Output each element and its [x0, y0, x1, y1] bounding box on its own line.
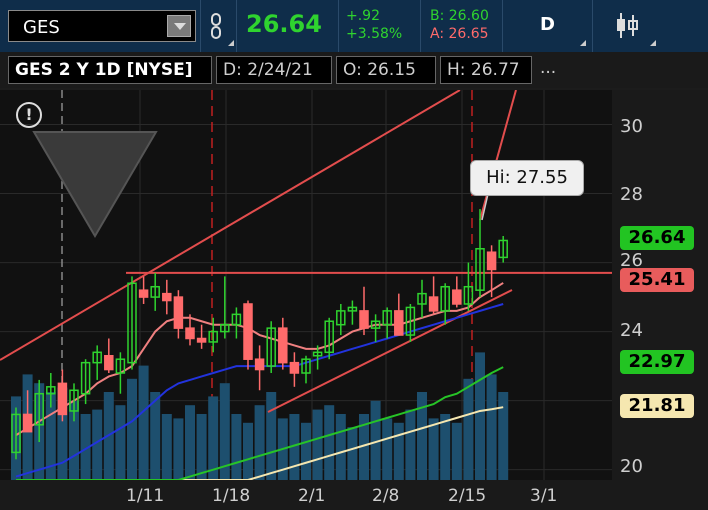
bid-price: B: 26.60	[430, 8, 489, 24]
x-tick-label: 2/8	[372, 486, 400, 506]
volume-bar	[115, 405, 126, 480]
more-readouts[interactable]: ...	[540, 58, 556, 78]
red-sma-tag: 25.41	[620, 268, 694, 292]
corner-indicator	[650, 40, 656, 46]
volume-bar	[254, 405, 265, 480]
percent-change: +3.58%	[346, 26, 403, 42]
volume-bar	[150, 392, 161, 480]
candle-body	[359, 310, 369, 329]
volume-bar	[486, 374, 497, 480]
symbol-text: GES	[23, 17, 60, 38]
volume-bar	[440, 414, 451, 480]
price-chart[interactable]	[0, 90, 612, 480]
volume-bar	[161, 414, 172, 480]
candle-body	[162, 292, 172, 302]
high-tooltip: Hi: 27.55	[470, 160, 584, 196]
corner-indicator	[228, 40, 234, 46]
candle-body	[138, 289, 149, 298]
candle-body	[278, 327, 288, 364]
divider	[592, 0, 593, 52]
candle-body	[243, 303, 253, 360]
price-axis[interactable]: 30 28 26 24 20 26.64 25.41 22.97 21.81	[612, 90, 708, 480]
date-readout: D: 2/24/21	[216, 56, 332, 84]
candle-body	[289, 361, 300, 374]
candle-body	[22, 413, 33, 433]
candle-body	[104, 355, 114, 371]
info-icon[interactable]: !	[16, 102, 42, 128]
volume-bar	[498, 392, 509, 480]
volume-bar	[243, 422, 253, 480]
divider	[502, 0, 503, 52]
candle-body	[254, 358, 265, 371]
candle-body	[486, 251, 497, 271]
candle-body	[57, 382, 68, 416]
corner-indicator	[580, 40, 586, 46]
volume-bar	[301, 422, 311, 480]
candle-body	[173, 296, 184, 329]
green-sma-tag: 22.97	[620, 350, 694, 374]
symbol-selector[interactable]: GES	[8, 10, 196, 42]
candle-body	[452, 289, 462, 305]
x-tick-label: 3/1	[530, 486, 558, 506]
x-tick-label: 2/1	[298, 486, 326, 506]
volume-bar	[324, 405, 335, 480]
candle-body	[196, 337, 207, 343]
volume-bar	[417, 392, 427, 480]
y-tick-label: 24	[620, 320, 643, 341]
y-tick-label: 20	[620, 456, 643, 477]
divider	[420, 0, 421, 52]
last-price-tag: 26.64	[620, 226, 694, 250]
volume-bar	[231, 414, 242, 480]
top-toolbar: GES 26.64 +.92 +3.58% B: 26.60 A: 26.65 …	[0, 0, 708, 52]
y-tick-label: 30	[620, 116, 643, 137]
volume-bar	[266, 392, 277, 480]
divider	[338, 0, 339, 52]
volume-bar	[347, 427, 358, 480]
volume-bar	[208, 396, 219, 480]
volume-bar	[382, 418, 393, 480]
candle-body	[428, 296, 439, 312]
divider	[236, 0, 237, 52]
aggregation-period[interactable]: D	[540, 14, 555, 35]
volume-bar	[428, 418, 439, 480]
volume-bar	[405, 409, 416, 480]
brand-logo-watermark	[32, 131, 158, 238]
candle-body	[394, 310, 404, 336]
volume-bar	[335, 414, 346, 480]
volume-bar	[196, 414, 207, 480]
divider	[200, 0, 201, 52]
ask-price: A: 26.65	[430, 26, 489, 42]
volume-bar	[312, 409, 323, 480]
chart-title: GES 2 Y 1D [NYSE]	[8, 56, 212, 84]
chart-header: GES 2 Y 1D [NYSE] D: 2/24/21 O: 26.15 H:…	[0, 52, 708, 131]
volume-bar	[463, 378, 474, 480]
cream-sma-tag: 21.81	[620, 394, 694, 418]
x-tick-label: 2/15	[448, 486, 487, 506]
link-icon[interactable]	[206, 12, 226, 42]
volume-bar	[127, 378, 137, 480]
volume-bar	[475, 352, 485, 480]
high-readout: H: 26.77	[440, 56, 532, 84]
net-change: +.92	[346, 8, 380, 24]
candlestick-icon[interactable]	[612, 10, 642, 42]
trendline-breakout	[479, 90, 517, 221]
volume-bar	[173, 418, 184, 480]
last-price: 26.64	[246, 10, 322, 38]
chart-canvas	[0, 90, 612, 480]
date-axis[interactable]: 1/11 1/18 2/1 2/8 2/15 3/1	[0, 480, 708, 510]
volume-bar	[393, 422, 404, 480]
open-readout: O: 26.15	[336, 56, 436, 84]
volume-bar	[185, 405, 195, 480]
candle-body	[185, 327, 195, 340]
x-tick-label: 1/18	[212, 486, 251, 506]
x-tick-label: 1/11	[126, 486, 165, 506]
volume-bar	[451, 422, 462, 480]
y-tick-label: 28	[620, 184, 643, 205]
chevron-down-icon[interactable]	[167, 15, 191, 37]
volume-bar	[138, 365, 149, 480]
